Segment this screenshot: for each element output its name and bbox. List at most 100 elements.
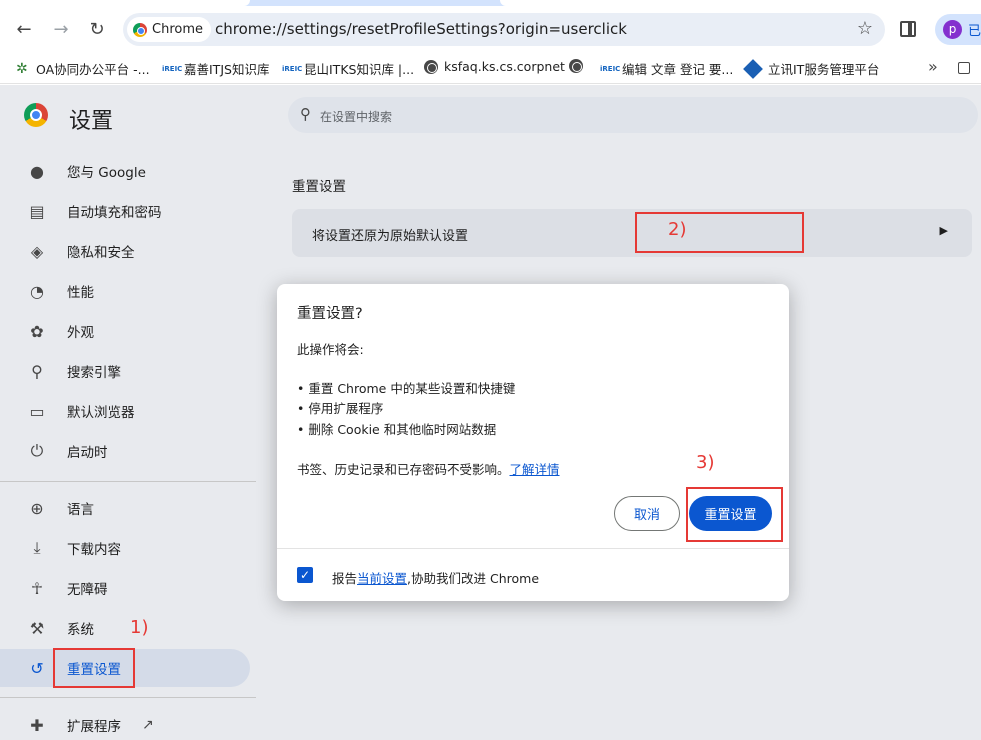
- search-icon: ⚲: [300, 105, 311, 123]
- accessibility-icon: ☥: [31, 578, 43, 598]
- sidebar-item-label: 下载内容: [67, 542, 121, 558]
- palette-icon: ✿: [30, 321, 44, 341]
- bookmark-label: 编辑 文章 登记 要...: [622, 62, 734, 77]
- diamond-icon: [743, 58, 763, 79]
- report-settings-checkbox[interactable]: ✓: [297, 567, 313, 583]
- dialog-list-item: • 停用扩展程序: [297, 401, 384, 416]
- person-icon: ●: [30, 161, 44, 181]
- learn-more-link[interactable]: 了解详情: [510, 462, 560, 477]
- profile-button[interactable]: p 已: [935, 14, 981, 45]
- bookmark-item[interactable]: iREIC 昆山ITKS知识库 |...: [282, 59, 414, 78]
- gauge-icon: ◔: [30, 281, 44, 301]
- browser-icon: ▭: [29, 401, 45, 421]
- bookmark-item[interactable]: [569, 59, 589, 73]
- back-arrow-icon[interactable]: ←: [10, 15, 38, 43]
- search-icon: ⚲: [31, 361, 43, 381]
- ireic-icon: iREIC: [162, 64, 183, 73]
- settings-sidebar: 设置 ● 您与 Google ▤ 自动填充和密码 ◈ 隐私和安全 ◔ 性能 ✿ …: [0, 85, 262, 740]
- bookmark-label: ksfaq.ks.cs.corpnet: [444, 59, 565, 74]
- bookmark-label: 嘉善ITJS知识库: [184, 62, 270, 77]
- sidebar-item-label: 外观: [67, 325, 94, 341]
- dialog-note-text: 书签、历史记录和已存密码不受影响。: [297, 462, 510, 477]
- sidebar-item-label: 无障碍: [67, 582, 108, 598]
- sidebar-item-label: 启动时: [67, 445, 108, 461]
- clipboard-icon: ▤: [29, 201, 45, 221]
- search-input[interactable]: 在设置中搜索: [320, 108, 392, 125]
- bookmark-item[interactable]: ✲ OA协同办公平台 -...: [16, 59, 150, 78]
- history-icon: ↺: [30, 658, 44, 678]
- sidebar-item-label: 搜索引擎: [67, 365, 121, 381]
- star-icon[interactable]: ☆: [857, 18, 873, 39]
- report-settings-label: 报告当前设置,协助我们改进 Chrome: [332, 568, 539, 587]
- side-panel-icon[interactable]: [900, 21, 916, 37]
- annotation-box-2: [635, 212, 804, 253]
- sidebar-item-label: 系统: [67, 622, 94, 638]
- dialog-list-item: • 重置 Chrome 中的某些设置和快捷键: [297, 381, 516, 396]
- bookmark-label: 昆山ITKS知识库 |...: [304, 62, 415, 77]
- puzzle-icon: ✚: [30, 715, 44, 735]
- sidebar-item-extensions[interactable]: ✚ 扩展程序 ↗: [0, 706, 250, 740]
- gear-icon: ✲: [16, 60, 28, 77]
- annotation-label-2: 2): [668, 219, 687, 240]
- sidebar-item-on-startup[interactable]: ⏻ 启动时: [0, 432, 250, 470]
- folder-icon[interactable]: [958, 62, 970, 74]
- chrome-logo-icon: [24, 103, 48, 127]
- restore-defaults-row[interactable]: 将设置还原为原始默认设置 ▶: [292, 209, 972, 257]
- settings-search[interactable]: ⚲ 在设置中搜索: [288, 97, 978, 133]
- chip-label: Chrome: [152, 22, 203, 37]
- bookmark-item[interactable]: 立讯IT服务管理平台: [743, 58, 880, 79]
- reset-dialog: 重置设置? 此操作将会: • 重置 Chrome 中的某些设置和快捷键 • 停用…: [277, 284, 789, 601]
- sidebar-item-label: 自动填充和密码: [67, 205, 162, 221]
- url-text[interactable]: chrome://settings/resetProfileSettings?o…: [215, 20, 627, 38]
- dialog-intro: 此操作将会:: [297, 342, 364, 357]
- annotation-label-3: 3): [696, 452, 715, 473]
- bookmark-label: 立讯IT服务管理平台: [768, 62, 880, 77]
- bookmarks-more-icon[interactable]: »: [928, 57, 938, 76]
- power-icon: ⏻: [30, 441, 44, 460]
- sidebar-item-downloads[interactable]: ⤓ 下载内容: [0, 529, 250, 567]
- avatar: p: [943, 20, 962, 39]
- dialog-note: 书签、历史记录和已存密码不受影响。了解详情: [297, 459, 560, 478]
- sidebar-item-languages[interactable]: ⊕ 语言: [0, 489, 250, 527]
- sidebar-item-label: 您与 Google: [67, 165, 146, 181]
- browser-toolbar: ← → ↻ Chrome chrome://settings/resetProf…: [0, 6, 981, 52]
- globe-icon: [569, 59, 583, 73]
- sidebar-item-system[interactable]: ⚒ 系统: [0, 609, 250, 647]
- page-title: 设置: [69, 109, 114, 134]
- sidebar-divider: [0, 481, 256, 482]
- sidebar-item-label: 性能: [67, 285, 94, 301]
- site-chip[interactable]: Chrome: [127, 17, 211, 42]
- annotation-label-1: 1): [130, 617, 149, 638]
- reload-icon[interactable]: ↻: [83, 15, 111, 43]
- restore-defaults-label: 将设置还原为原始默认设置: [312, 229, 469, 244]
- sidebar-divider: [0, 697, 256, 698]
- footer-suffix: ,协助我们改进 Chrome: [407, 571, 540, 586]
- cancel-button[interactable]: 取消: [614, 496, 680, 531]
- sidebar-item-search-engine[interactable]: ⚲ 搜索引擎: [0, 352, 250, 390]
- annotation-box-3: [686, 487, 783, 542]
- shield-icon: ◈: [30, 241, 44, 261]
- sidebar-item-you-and-google[interactable]: ● 您与 Google: [0, 152, 250, 190]
- sidebar-item-label: 扩展程序: [67, 719, 121, 735]
- current-settings-link[interactable]: 当前设置: [357, 571, 407, 586]
- sidebar-item-appearance[interactable]: ✿ 外观: [0, 312, 250, 350]
- download-icon: ⤓: [33, 538, 41, 557]
- sidebar-item-privacy[interactable]: ◈ 隐私和安全: [0, 232, 250, 270]
- globe-icon: ⊕: [30, 498, 44, 518]
- sidebar-item-accessibility[interactable]: ☥ 无障碍: [0, 569, 250, 607]
- bookmark-item[interactable]: iREIC 编辑 文章 登记 要...: [600, 59, 733, 78]
- dialog-title: 重置设置?: [297, 306, 363, 322]
- profile-text: 已: [968, 24, 981, 39]
- address-bar[interactable]: Chrome chrome://settings/resetProfileSet…: [123, 13, 885, 46]
- annotation-box-1: [53, 648, 135, 688]
- forward-arrow-icon[interactable]: →: [47, 15, 75, 43]
- bookmark-item[interactable]: iREIC 嘉善ITJS知识库: [162, 59, 269, 78]
- chevron-right-icon: ▶: [939, 224, 948, 237]
- footer-prefix: 报告: [332, 571, 358, 586]
- bookmark-item[interactable]: ksfaq.ks.cs.corpnet: [424, 59, 565, 74]
- sidebar-item-autofill[interactable]: ▤ 自动填充和密码: [0, 192, 250, 230]
- sidebar-item-performance[interactable]: ◔ 性能: [0, 272, 250, 310]
- sidebar-item-label: 语言: [67, 502, 94, 518]
- sidebar-item-default-browser[interactable]: ▭ 默认浏览器: [0, 392, 250, 430]
- wrench-icon: ⚒: [29, 618, 45, 638]
